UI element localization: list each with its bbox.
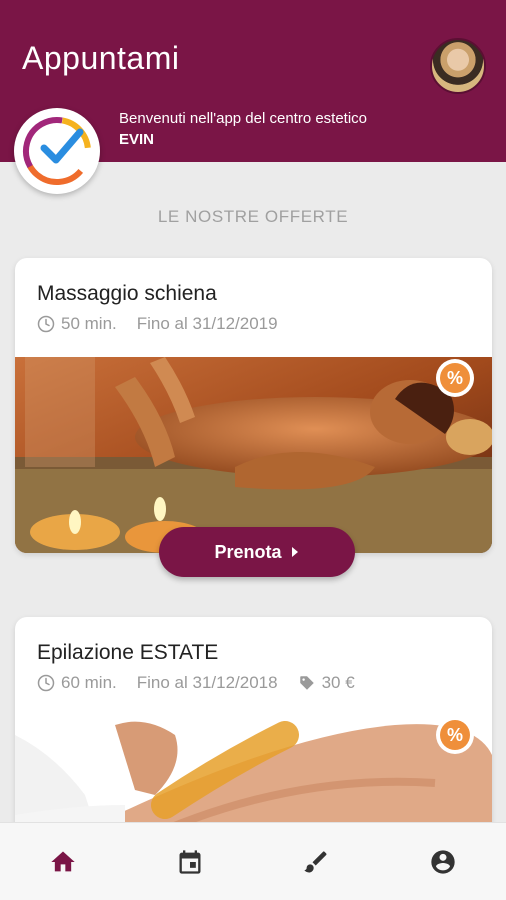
discount-badge: % xyxy=(436,716,474,754)
book-button[interactable]: Prenota xyxy=(159,527,355,577)
massage-image xyxy=(15,357,492,553)
caret-right-icon xyxy=(291,547,298,557)
app-title: Appuntami xyxy=(22,40,180,76)
nav-services[interactable] xyxy=(286,832,346,892)
offer-title: Epilazione ESTATE xyxy=(37,641,219,664)
discount-badge: % xyxy=(436,359,474,397)
percent-icon: % xyxy=(440,363,470,393)
nav-account[interactable] xyxy=(413,832,473,892)
clock-icon xyxy=(37,315,55,333)
account-icon xyxy=(431,849,455,874)
app-logo xyxy=(14,108,100,194)
center-name: EVIN xyxy=(119,131,155,148)
calendar-icon xyxy=(179,849,201,874)
percent-icon: % xyxy=(440,720,470,750)
offer-meta: 60 min. Fino al 31/12/2018 30 € xyxy=(37,673,355,693)
book-button-label: Prenota xyxy=(214,541,282,562)
offer-price: 30 € xyxy=(321,673,355,692)
offer-title: Massaggio schiena xyxy=(37,282,217,305)
nav-home[interactable] xyxy=(33,832,93,892)
section-title: LE NOSTRE OFFERTE xyxy=(157,207,349,226)
clock-logo-icon xyxy=(23,117,91,185)
clock-icon xyxy=(37,674,55,692)
offer-card[interactable]: Massaggio schiena 50 min. Fino al 31/12/… xyxy=(15,258,492,553)
home-icon xyxy=(51,851,75,871)
offer-duration: 50 min. xyxy=(61,314,117,333)
offer-image xyxy=(15,357,492,553)
offer-duration: 60 min. xyxy=(61,673,117,692)
offer-valid-until: Fino al 31/12/2019 xyxy=(136,314,278,333)
price-tag-icon xyxy=(299,676,314,690)
bottom-navigation xyxy=(0,822,506,900)
brush-icon xyxy=(304,850,327,872)
welcome-text: Benvenuti nell'app del centro estetico E… xyxy=(119,108,367,150)
welcome-line: Benvenuti nell'app del centro estetico xyxy=(119,110,368,127)
offer-card[interactable]: Epilazione ESTATE 60 min. Fino al 31/12/… xyxy=(15,617,492,857)
offer-meta: 50 min. Fino al 31/12/2019 xyxy=(37,314,278,334)
offer-valid-until: Fino al 31/12/2018 xyxy=(136,673,278,692)
nav-calendar[interactable] xyxy=(160,832,220,892)
user-avatar[interactable] xyxy=(430,38,486,94)
